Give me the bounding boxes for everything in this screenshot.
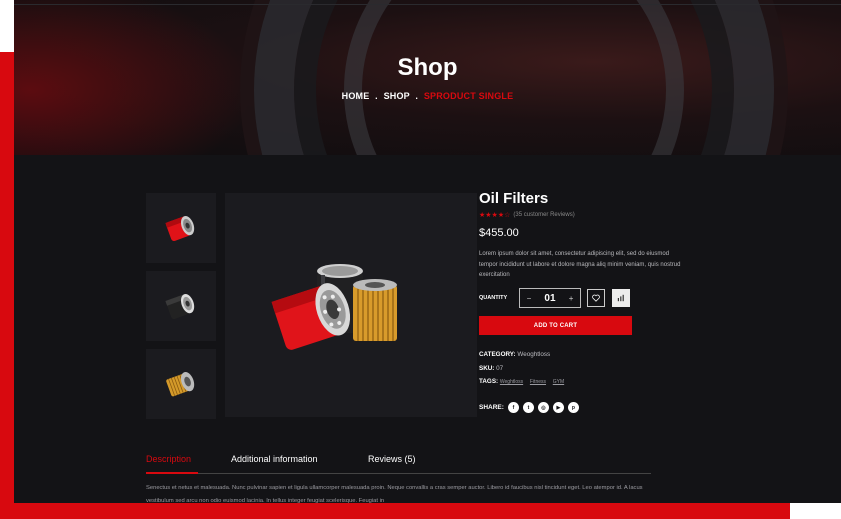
page-title: Shop: [397, 54, 458, 81]
product-main-image[interactable]: [225, 193, 477, 417]
twitter-icon[interactable]: t: [522, 402, 534, 413]
breadcrumb-current: SPRODUCT SINGLE: [423, 91, 514, 101]
breadcrumb-separator: .: [415, 91, 419, 101]
red-frame-bottom: [0, 503, 790, 519]
facebook-icon[interactable]: f: [507, 402, 519, 413]
page: Shop HOME . SHOP . SPRODUCT SINGLE Oil F…: [14, 0, 841, 503]
review-count[interactable]: (35 customer Reviews): [513, 212, 574, 218]
hero-banner: Shop HOME . SHOP . SPRODUCT SINGLE: [14, 0, 841, 155]
pinterest-icon[interactable]: p: [567, 402, 579, 413]
share-row: SHARE: f t ◎ ▶ p: [479, 402, 579, 413]
quantity-stepper: − 01 +: [519, 288, 581, 308]
heart-icon: [592, 294, 600, 302]
quantity-label: QUANTITY: [479, 295, 508, 301]
tab-additional-information[interactable]: Additional information: [231, 454, 318, 464]
product-price: $455.00: [479, 227, 519, 239]
quantity-decrease-button[interactable]: −: [527, 294, 532, 303]
top-nav-strip: [14, 0, 841, 5]
product-sku: SKU: 07: [479, 365, 503, 372]
share-label: SHARE:: [479, 404, 504, 411]
add-to-cart-button[interactable]: ADD TO CART: [479, 316, 632, 335]
product-description: Lorem ipsum dolor sit amet, consectetur …: [479, 251, 681, 278]
compare-button[interactable]: [612, 289, 630, 307]
black-oil-filter-image: [165, 293, 195, 319]
quantity-row: QUANTITY − 01 +: [479, 288, 630, 308]
compare-bars-icon: [617, 294, 624, 302]
red-frame-left: [0, 52, 14, 519]
tab-reviews[interactable]: Reviews (5): [368, 454, 416, 464]
product-thumbnail-red[interactable]: [146, 193, 216, 263]
breadcrumb-home[interactable]: HOME: [342, 91, 370, 101]
tab-description[interactable]: Description: [146, 454, 191, 464]
wishlist-button[interactable]: [587, 289, 605, 307]
oil-filters-group-image: [271, 264, 397, 350]
category-value[interactable]: Weoghtloss: [517, 351, 550, 358]
product-category: CATEGORY: Weoghtloss: [479, 351, 550, 358]
tab-description-content: Senectus et netus et malesuada. Nunc pul…: [146, 485, 643, 503]
tag-link[interactable]: Weghtloss: [500, 379, 523, 385]
product-tabs: Description Additional information Revie…: [146, 454, 651, 474]
quantity-value[interactable]: 01: [544, 293, 555, 304]
product-title: Oil Filters: [479, 190, 549, 207]
product-info: Oil Filters ★★★★☆ (35 customer Reviews) …: [479, 190, 709, 413]
rating-stars-icon: ★★★★☆: [479, 212, 511, 219]
product-thumbnail-black[interactable]: [146, 271, 216, 341]
product-thumbnail-cartridge[interactable]: [146, 349, 216, 419]
product-rating: ★★★★☆ (35 customer Reviews): [479, 211, 709, 219]
active-tab-indicator: [146, 472, 198, 474]
cartridge-filter-image: [166, 371, 195, 397]
red-oil-filter-image: [165, 215, 195, 241]
tags-label: TAGS:: [479, 378, 499, 385]
tag-link[interactable]: Fitness: [530, 379, 546, 385]
sku-value: 07: [496, 365, 504, 372]
quantity-increase-button[interactable]: +: [569, 294, 574, 303]
youtube-icon[interactable]: ▶: [552, 402, 564, 413]
breadcrumb-shop[interactable]: SHOP: [384, 91, 410, 101]
category-label: CATEGORY:: [479, 351, 516, 358]
breadcrumb-separator: .: [375, 91, 378, 101]
instagram-icon[interactable]: ◎: [537, 402, 549, 413]
tag-link[interactable]: GYM: [553, 379, 564, 385]
sku-label: SKU:: [479, 365, 495, 372]
product-tags: TAGS: Weghtloss Fitness GYM: [479, 378, 569, 385]
breadcrumb: HOME . SHOP . SPRODUCT SINGLE: [14, 91, 841, 101]
